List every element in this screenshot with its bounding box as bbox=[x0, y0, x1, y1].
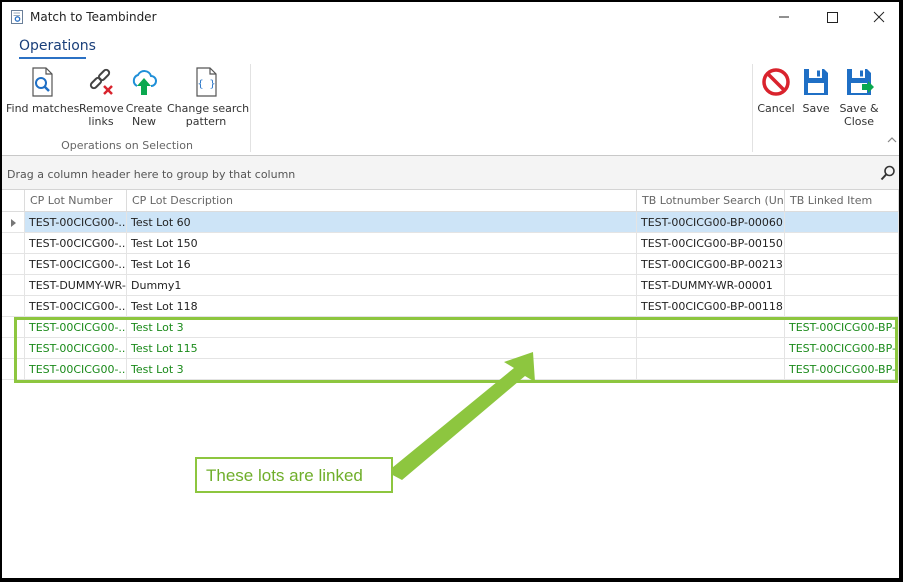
app-window: Match to Teambinder Operations Find matc… bbox=[2, 2, 899, 578]
annotation-callout: These lots are linked bbox=[195, 457, 393, 493]
annotation-text: These lots are linked bbox=[206, 466, 363, 485]
annotation-arrow-icon bbox=[387, 352, 535, 480]
